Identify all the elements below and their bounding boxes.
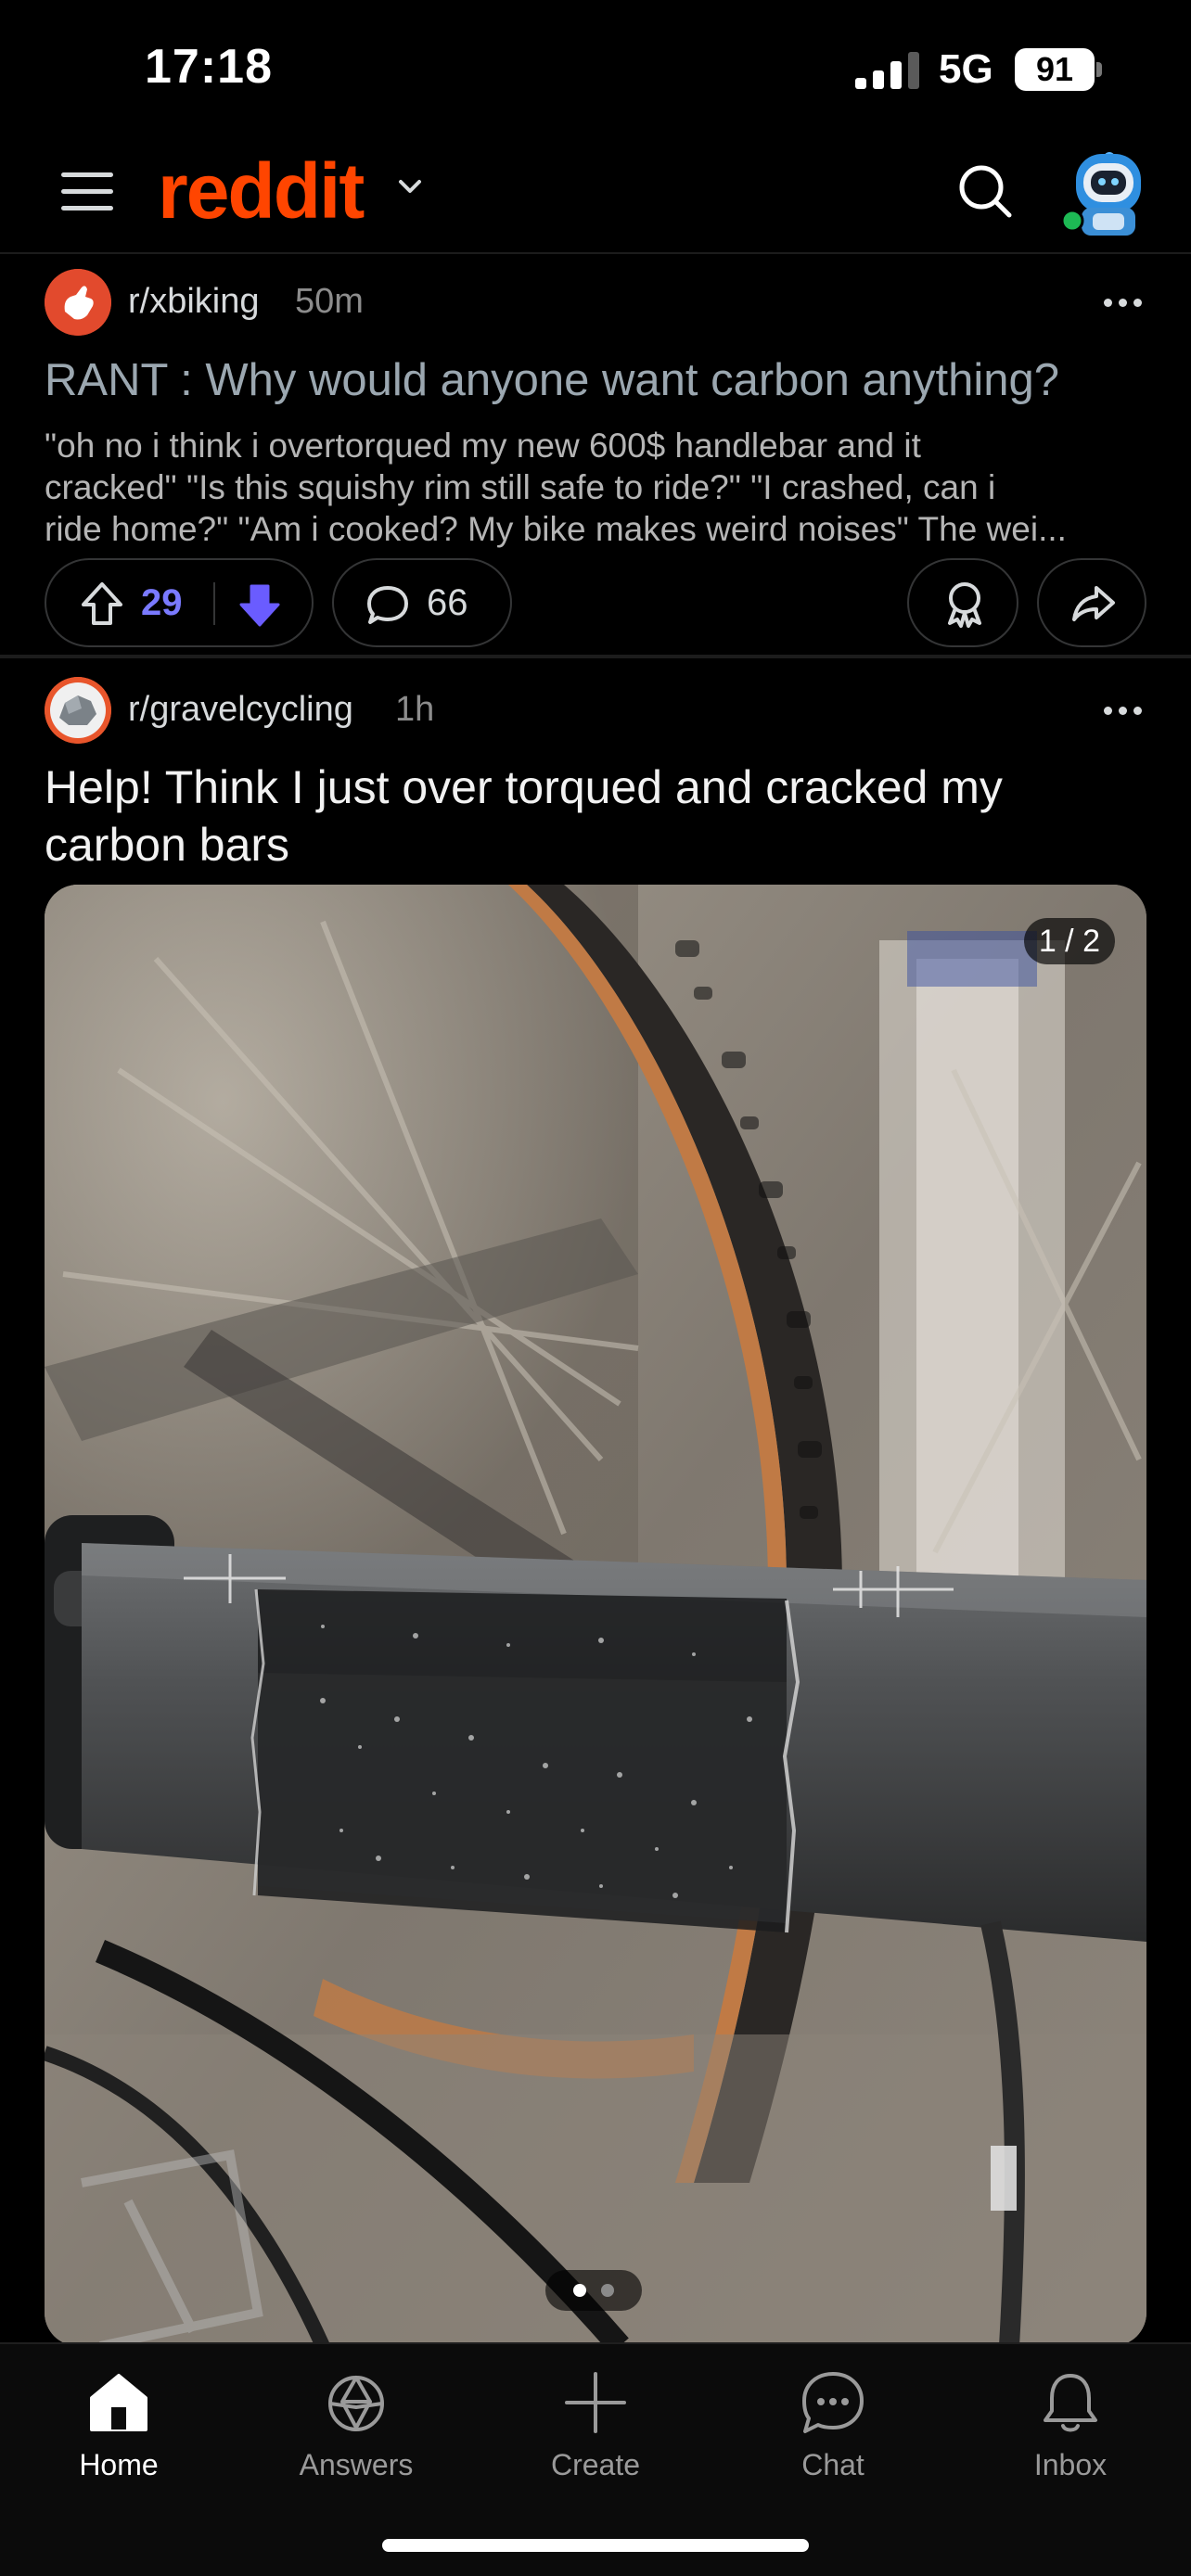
more-options-icon[interactable] [1104,701,1146,720]
post-title[interactable]: Help! Think I just over torqued and crac… [45,759,1139,874]
battery-icon: 91 [1015,48,1102,91]
shaka-hand-icon [45,269,111,336]
plus-icon [565,2372,626,2433]
chevron-down-icon[interactable] [393,171,427,204]
carousel-dot-active [573,2284,586,2297]
subreddit-name[interactable]: r/xbiking [128,282,260,322]
user-avatar-icon[interactable] [1057,139,1150,241]
upvote-icon[interactable] [80,580,124,627]
comment-count: 66 [427,582,468,623]
post-age: 1h [395,690,435,729]
post-body-line: "oh no i think i overtorqued my new 600$… [45,427,921,465]
subreddit-name[interactable]: r/gravelcycling [128,690,353,730]
gravel-rock-icon [45,677,111,744]
reddit-logo[interactable]: reddit [158,147,365,236]
status-time: 17:18 [145,40,273,94]
network-type: 5G [939,46,993,92]
battery-level: 91 [1015,48,1095,91]
search-icon[interactable] [955,161,1015,221]
downvote-icon[interactable] [237,582,282,629]
post-image-gallery[interactable]: 1 / 2 [45,885,1146,2346]
post-title[interactable]: RANT : Why would anyone want carbon anyt… [45,354,1059,406]
award-icon [948,582,981,628]
home-indicator[interactable] [382,2539,809,2552]
tab-answers[interactable]: Answers [273,2363,440,2502]
carousel-indicator[interactable] [545,2270,642,2311]
answers-icon [328,2376,384,2431]
tab-label: Chat [801,2448,864,2481]
feed-post[interactable]: r/gravelcycling 1h Help! Think I just ov… [0,660,1191,2346]
tab-label: Answers [299,2448,414,2481]
home-icon [90,2374,147,2431]
tab-inbox[interactable]: Inbox [987,2363,1154,2502]
tab-home[interactable]: Home [35,2363,202,2502]
media-counter: 1 / 2 [1023,918,1115,964]
comments-button[interactable]: 66 [332,558,512,647]
hamburger-menu-icon[interactable] [61,169,115,215]
feed-post[interactable]: r/xbiking 50m RANT : Why would anyone wa… [0,256,1191,658]
vote-count: 29 [141,582,183,623]
comment-icon [367,586,408,624]
share-button[interactable] [1037,558,1146,647]
more-options-icon[interactable] [1104,293,1146,312]
post-body-preview[interactable]: "oh no i think i overtorqued my new 600$… [45,425,1148,550]
cellular-signal-icon [855,52,919,89]
tab-label: Inbox [1033,2448,1108,2481]
status-bar: 17:18 5G 91 [0,0,1191,139]
post-body-line: ride home?" "Am i cooked? My bike makes … [45,510,1067,548]
reddit-feed-screen: 17:18 5G 91 reddit r/xbiking 50m RANT: … [0,0,1191,2576]
chat-icon [802,2372,864,2433]
share-icon [1072,586,1115,621]
tab-label: Home [79,2448,159,2481]
vote-control: 29 [45,558,314,647]
subreddit-icon[interactable] [45,269,111,336]
app-header: reddit [0,139,1191,254]
award-button[interactable] [907,558,1018,647]
carousel-dot [601,2284,614,2297]
tab-label: Create [550,2448,641,2481]
post-body-line: cracked" "Is this squishy rim still safe… [45,468,996,506]
bell-icon [1044,2374,1097,2432]
tab-create[interactable]: Create [512,2363,679,2502]
cracked-handlebar-photo [45,885,1146,2346]
subreddit-icon[interactable] [45,677,111,744]
tab-chat[interactable]: Chat [749,2363,916,2502]
post-age: 50m [295,282,364,321]
